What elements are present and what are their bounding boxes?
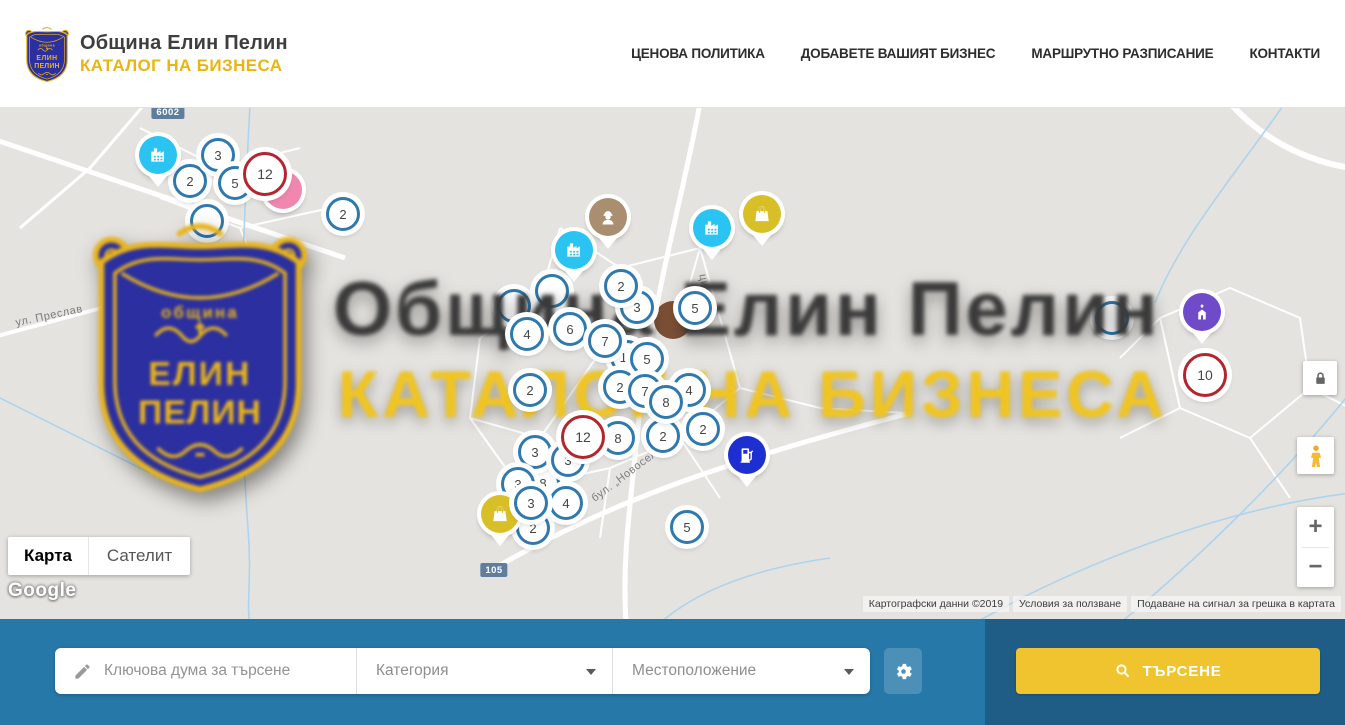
header: община ЕЛИН ПЕЛИН Община Елин Пелин КАТА… — [0, 0, 1345, 108]
cluster-marker[interactable]: 4 — [510, 317, 544, 351]
cluster-marker[interactable]: 2 — [513, 373, 547, 407]
cluster-marker[interactable]: 10 — [1183, 353, 1227, 397]
lock-icon[interactable] — [1303, 361, 1337, 395]
factory-icon — [702, 218, 722, 238]
svg-text:ЕЛИН: ЕЛИН — [36, 55, 57, 62]
search-bar: Категория Местоположение ТЪРСЕНЕ — [0, 619, 1345, 725]
factory-icon — [148, 145, 168, 165]
search-submit-button[interactable]: ТЪРСЕНЕ — [1016, 648, 1320, 694]
road-number-badge: 6002 — [151, 108, 184, 119]
cluster-marker[interactable]: 2 — [173, 164, 207, 198]
advanced-search-gear-button[interactable] — [884, 648, 922, 694]
cluster-marker[interactable]: 8 — [601, 421, 635, 455]
gear-icon — [893, 661, 914, 682]
watermark-shield-icon: община ЕЛИН ПЕЛИН — [85, 215, 315, 495]
keyword-field-section — [55, 648, 356, 694]
factory-pin-marker[interactable] — [555, 231, 593, 269]
cluster-marker[interactable]: 4 — [549, 486, 583, 520]
zoom-in-button[interactable]: + — [1297, 507, 1334, 547]
location-select[interactable]: Местоположение — [612, 648, 870, 694]
map-canvas[interactable]: 6002105 ул. Преславбул. „Новоселция 2351… — [0, 108, 1345, 619]
category-select[interactable]: Категория — [356, 648, 612, 694]
factory-pin-marker[interactable] — [139, 136, 177, 174]
keyword-search-input[interactable] — [104, 662, 334, 680]
worker-pin-marker[interactable] — [589, 198, 627, 236]
search-icon — [1114, 662, 1132, 680]
factory-pin-marker[interactable] — [693, 209, 731, 247]
cluster-marker[interactable]: 6 — [553, 312, 587, 346]
cluster-marker[interactable]: 12 — [561, 415, 605, 459]
location-select-label: Местоположение — [632, 662, 756, 680]
bag-icon — [752, 204, 772, 224]
site-title: Община Елин Пелин — [80, 32, 288, 55]
gas-icon — [737, 445, 757, 465]
search-submit-label: ТЪРСЕНЕ — [1142, 663, 1221, 680]
pencil-icon — [73, 662, 92, 681]
map-type-control: Карта Сателит — [8, 537, 190, 575]
watermark-title: Община Елин Пелин — [333, 266, 1161, 353]
page: община ЕЛИН ПЕЛИН Община Елин Пелин КАТА… — [0, 0, 1345, 725]
cluster-marker[interactable]: 2 — [646, 419, 680, 453]
zoom-control: + − — [1297, 507, 1334, 587]
svg-text:ПЕЛИН: ПЕЛИН — [34, 63, 59, 70]
worker-icon — [598, 207, 618, 227]
nav-contacts[interactable]: КОНТАКТИ — [1249, 46, 1320, 61]
attribution-report-link[interactable]: Подаване на сигнал за грешка в картата — [1131, 596, 1341, 612]
cluster-marker[interactable]: 3 — [518, 435, 552, 469]
cluster-marker[interactable]: 12 — [243, 152, 287, 196]
svg-text:ЕЛИН: ЕЛИН — [148, 356, 251, 393]
cluster-marker[interactable]: 2 — [326, 197, 360, 231]
chevron-down-icon — [586, 669, 596, 675]
cluster-marker[interactable]: 5 — [678, 291, 712, 325]
category-select-label: Категория — [376, 662, 448, 680]
zoom-out-button[interactable]: − — [1297, 548, 1334, 588]
church-pin-marker[interactable] — [1183, 293, 1221, 331]
map-attribution: Картографски данни ©2019 Условия за полз… — [863, 596, 1341, 612]
svg-text:ПЕЛИН: ПЕЛИН — [138, 394, 262, 431]
nav-route-schedule[interactable]: МАРШРУТНО РАЗПИСАНИЕ — [1031, 46, 1213, 61]
gas-pin-marker[interactable] — [728, 436, 766, 474]
svg-text:община: община — [39, 43, 55, 47]
map-type-map-button[interactable]: Карта — [8, 537, 88, 575]
cluster-marker[interactable]: 7 — [588, 324, 622, 358]
church-icon — [1192, 302, 1212, 322]
site-subtitle: КАТАЛОГ НА БИЗНЕСА — [80, 56, 288, 76]
bag-icon — [490, 504, 510, 524]
cluster-marker[interactable]: 5 — [670, 510, 704, 544]
pegman-street-view-button[interactable] — [1297, 437, 1334, 474]
attribution-copyright: Картографски данни ©2019 — [863, 596, 1009, 612]
cluster-marker[interactable]: 2 — [604, 269, 638, 303]
nav-add-your-business[interactable]: ДОБАВЕТЕ ВАШИЯТ БИЗНЕС — [801, 46, 996, 61]
brand-logo[interactable]: община ЕЛИН ПЕЛИН Община Елин Пелин КАТА… — [24, 25, 288, 83]
google-logo[interactable]: Google — [8, 580, 76, 602]
map-type-satellite-button[interactable]: Сателит — [88, 537, 190, 575]
nav-pricing-policy[interactable]: ЦЕНОВА ПОЛИТИКА — [631, 46, 765, 61]
cluster-marker[interactable]: 8 — [649, 385, 683, 419]
municipality-shield-icon: община ЕЛИН ПЕЛИН — [24, 25, 70, 83]
cluster-marker[interactable]: 5 — [630, 342, 664, 376]
road-number-badge: 105 — [480, 563, 507, 577]
bag-pin-marker[interactable] — [743, 195, 781, 233]
svg-text:община: община — [161, 303, 239, 322]
search-fields: Категория Местоположение — [55, 648, 870, 694]
cluster-marker[interactable]: 3 — [514, 486, 548, 520]
factory-icon — [564, 240, 584, 260]
main-nav: ЦЕНОВА ПОЛИТИКА ДОБАВЕТЕ ВАШИЯТ БИЗНЕС М… — [631, 46, 1320, 61]
watermark-subtitle: КАТАЛОГ НА БИЗНЕСА — [338, 356, 1168, 432]
attribution-terms-link[interactable]: Условия за ползване — [1013, 596, 1127, 612]
chevron-down-icon — [844, 669, 854, 675]
cluster-marker[interactable]: 2 — [686, 412, 720, 446]
